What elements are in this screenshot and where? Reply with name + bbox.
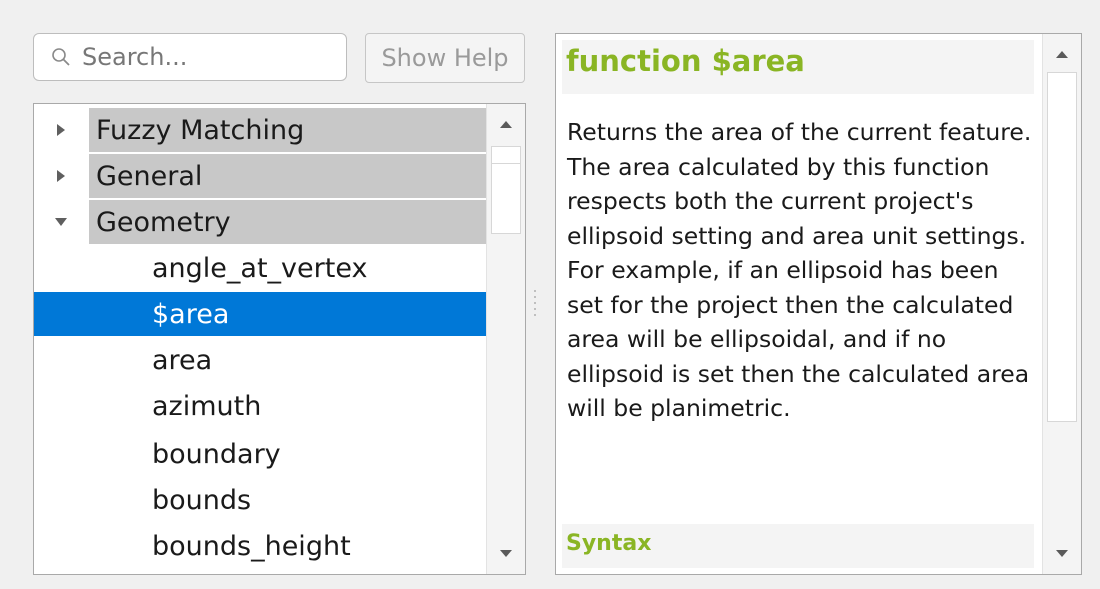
tree-scroll-thumb-top[interactable] [491, 146, 521, 164]
help-panel: function $area Returns the area of the c… [555, 33, 1082, 575]
tree-group-label: Fuzzy Matching [96, 114, 305, 146]
syntax-heading: Syntax [566, 531, 652, 556]
search-field[interactable] [33, 33, 347, 81]
chevron-up-icon [500, 121, 512, 128]
tree-group-general[interactable]: General [34, 154, 487, 198]
help-scroll-thumb[interactable] [1047, 72, 1077, 422]
help-description: Returns the area of the current feature.… [567, 118, 1032, 422]
expand-arrow-icon[interactable] [54, 123, 68, 137]
scroll-down-button[interactable] [487, 536, 525, 572]
tree-item-label: angle_at_vertex [152, 252, 368, 284]
show-help-button[interactable]: Show Help [365, 33, 525, 83]
search-input[interactable] [82, 43, 332, 71]
tree-scrollbar[interactable] [486, 104, 525, 574]
panel-splitter-handle[interactable] [533, 286, 537, 326]
function-tree[interactable]: Fuzzy Matching General Geometry angle_at… [33, 103, 526, 575]
tree-item-bounds[interactable]: bounds [34, 478, 487, 522]
chevron-down-icon [500, 550, 512, 557]
tree-group-fuzzy-matching[interactable]: Fuzzy Matching [34, 108, 487, 152]
tree-item-label: $area [152, 298, 230, 330]
tree-item-label: azimuth [152, 390, 262, 422]
help-scrollbar[interactable] [1042, 34, 1081, 574]
tree-group-label: General [96, 160, 203, 192]
tree-group-geometry[interactable]: Geometry [34, 200, 487, 244]
tree-item-label: bounds_height [152, 530, 351, 562]
chevron-down-icon [1056, 550, 1068, 557]
tree-item-label: area [152, 344, 213, 376]
help-title: function $area [566, 44, 805, 78]
help-scroll-down-button[interactable] [1043, 536, 1081, 572]
tree-group-label: Geometry [96, 206, 231, 238]
tree-item-boundary[interactable]: boundary [34, 432, 487, 476]
chevron-up-icon [1056, 51, 1068, 58]
tree-item-label: bounds [152, 484, 252, 516]
tree-item-label: boundary [152, 438, 281, 470]
collapse-arrow-icon[interactable] [54, 215, 68, 229]
tree-scroll-thumb[interactable] [491, 164, 521, 234]
expand-arrow-icon[interactable] [54, 169, 68, 183]
search-icon [50, 46, 72, 68]
scroll-up-button[interactable] [487, 106, 525, 142]
tree-item-area[interactable]: area [34, 338, 487, 382]
help-scroll-up-button[interactable] [1043, 36, 1081, 72]
tree-item-azimuth[interactable]: azimuth [34, 384, 487, 428]
tree-item-bounds-height[interactable]: bounds_height [34, 524, 487, 568]
tree-item-area-selected[interactable]: $area [34, 292, 487, 336]
tree-item-angle-at-vertex[interactable]: angle_at_vertex [34, 246, 487, 290]
